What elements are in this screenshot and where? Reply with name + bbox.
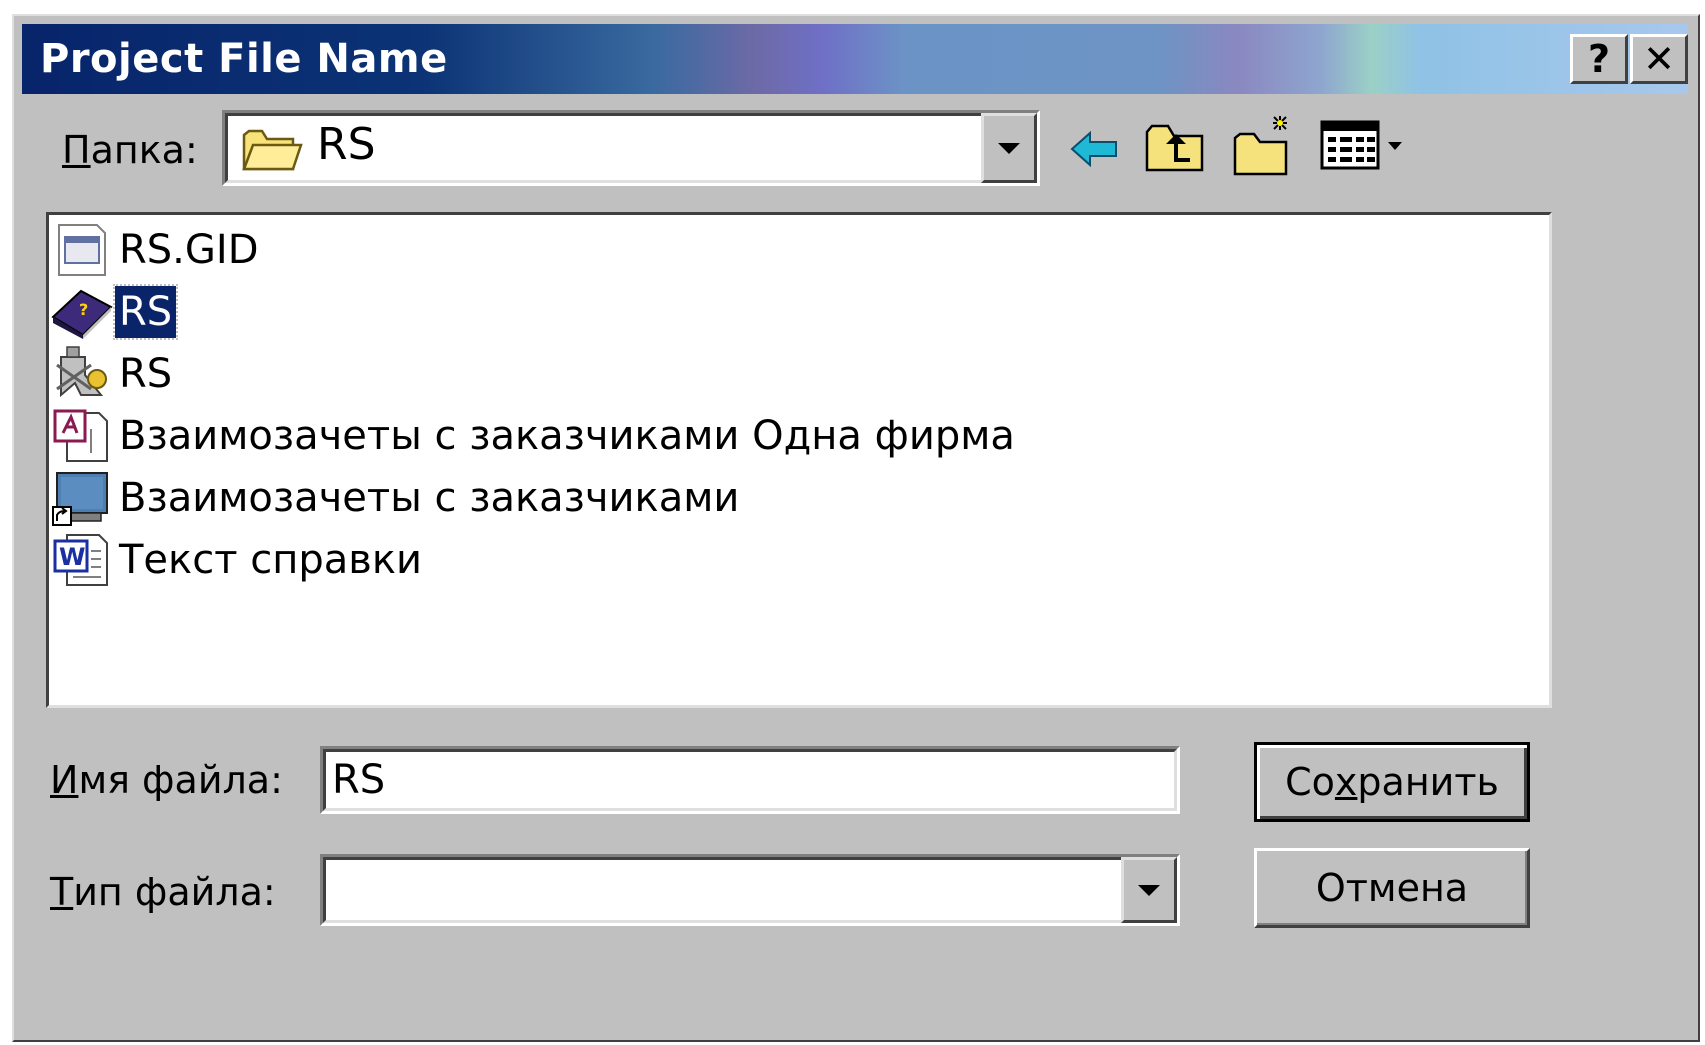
folder-combo[interactable]: RS [222, 110, 1040, 186]
file-item[interactable]: RS.GID [51, 221, 263, 279]
folder-icon [242, 129, 303, 171]
access-document-icon [53, 409, 108, 462]
svg-text:W: W [59, 543, 85, 571]
file-name: RS [119, 351, 173, 397]
file-item[interactable]: W Текст справки [51, 531, 426, 589]
file-name: RS [112, 284, 179, 340]
new-folder-icon[interactable] [1232, 112, 1298, 178]
filename-label-mnemonic: И [50, 758, 79, 802]
save-button[interactable]: Со х ранить [1254, 742, 1530, 822]
help-book-icon: ? [51, 289, 113, 339]
file-name: Текст справки [119, 537, 422, 583]
gid-file-icon [58, 224, 106, 276]
back-arrow-icon[interactable] [1068, 128, 1120, 170]
file-item[interactable]: ? RS [51, 283, 179, 341]
chevron-down-icon [998, 142, 1020, 154]
shortcut-icon [52, 472, 108, 526]
close-icon: ✕ [1643, 37, 1675, 81]
folder-label-text: апка: [90, 128, 198, 172]
word-document-icon: W [53, 534, 108, 586]
save-label-post: ранить [1357, 760, 1499, 804]
file-item[interactable]: Взаимозачеты с заказчиками Одна фирма [51, 407, 1019, 465]
file-name: Взаимозачеты с заказчиками [119, 475, 740, 521]
filetype-combo[interactable] [320, 854, 1180, 926]
filename-value[interactable]: RS [323, 749, 1177, 811]
file-item[interactable]: RS [51, 345, 176, 403]
save-dialog: Project File Name ? ✕ Папка: RS RS.GID ?… [12, 14, 1700, 1042]
filetype-label-mnemonic: Т [50, 870, 74, 914]
folder-value: RS [317, 119, 376, 170]
filetype-combo-field [323, 857, 1177, 923]
folder-label-mnemonic: П [62, 128, 91, 172]
filename-label: Имя файла: [50, 758, 283, 802]
file-name: Взаимозачеты с заказчиками Одна фирма [119, 413, 1015, 459]
title-bar[interactable]: Project File Name ? ✕ [22, 24, 1688, 94]
filetype-dropdown-button[interactable] [1121, 857, 1177, 923]
cancel-label: Отмена [1315, 866, 1469, 910]
help-project-icon [56, 346, 107, 398]
folder-dropdown-button[interactable] [981, 113, 1037, 183]
cancel-button[interactable]: Отмена [1254, 848, 1530, 928]
file-list[interactable]: RS.GID ? RS RS Взаимозачеты с заказчикам… [46, 212, 1552, 708]
help-icon: ? [1587, 37, 1611, 81]
help-button[interactable]: ? [1570, 34, 1628, 84]
file-item[interactable]: Взаимозачеты с заказчиками [51, 469, 743, 527]
filetype-label-text: ип файла: [73, 870, 276, 914]
save-label-pre: Со [1285, 760, 1335, 804]
up-folder-icon[interactable] [1144, 118, 1206, 174]
folder-label: Папка: [62, 128, 198, 172]
dialog-title: Project File Name [40, 36, 448, 82]
save-label-mnemonic: х [1334, 760, 1358, 804]
svg-text:?: ? [79, 300, 88, 319]
close-button[interactable]: ✕ [1630, 34, 1688, 84]
chevron-down-icon [1138, 884, 1160, 896]
file-name: RS.GID [119, 227, 259, 273]
view-menu-icon[interactable] [1320, 120, 1410, 172]
filename-label-text: мя файла: [78, 758, 283, 802]
filetype-label: Тип файла: [50, 870, 276, 914]
filename-input[interactable]: RS [320, 746, 1180, 814]
